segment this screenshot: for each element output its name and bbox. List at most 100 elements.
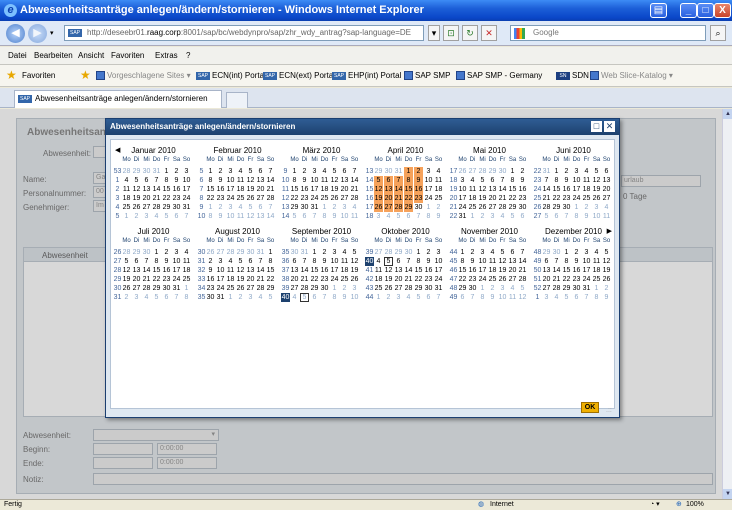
day-cell[interactable]: 7 [152,176,161,185]
day-cell[interactable]: 6 [384,176,393,185]
day-cell[interactable]: 22 [562,275,571,284]
day-cell[interactable]: 11 [182,257,191,266]
fav-sap-smp-germany[interactable]: SAP SMP - Germany [456,71,542,81]
day-cell[interactable]: 4 [350,203,359,212]
day-cell[interactable]: 30 [300,203,309,212]
day-cell[interactable]: 29 [310,284,319,293]
day-cell[interactable]: 3 [216,257,225,266]
day-cell[interactable]: 7 [266,167,275,176]
day-cell[interactable]: 10 [226,212,235,221]
day-cell[interactable]: 23 [572,275,581,284]
day-cell[interactable]: 30 [246,248,255,257]
day-cell[interactable]: 30 [562,203,571,212]
day-cell[interactable]: 20 [384,194,393,203]
day-cell[interactable]: 22 [508,194,517,203]
new-tab-button[interactable] [226,92,248,108]
day-cell[interactable]: 14 [266,176,275,185]
day-cell[interactable]: 5 [290,212,299,221]
day-cell[interactable]: 24 [458,203,467,212]
day-cell[interactable]: 18 [320,185,329,194]
fav-web-slice[interactable]: Web Slice-Katalog ▾ [590,71,673,81]
day-cell[interactable]: 27 [256,194,265,203]
day-cell[interactable]: 16 [300,185,309,194]
day-cell[interactable]: 22 [404,194,413,203]
day-cell[interactable]: 27 [384,203,393,212]
day-cell[interactable]: 15 [290,185,299,194]
day-cell[interactable]: 11 [236,176,245,185]
day-cell[interactable]: 3 [542,293,551,302]
day-cell[interactable]: 5 [414,293,423,302]
address-input[interactable]: SAP http://deseebr01.raag.corp:8001/sap/… [64,25,424,41]
day-cell[interactable]: 27 [508,275,517,284]
menu-extras[interactable]: Extras [155,51,178,60]
day-cell[interactable]: 29 [542,248,551,257]
day-cell[interactable]: 4 [592,248,601,257]
day-cell[interactable]: 13 [132,266,141,275]
day-cell[interactable]: 22 [206,194,215,203]
day-cell[interactable]: 2 [478,212,487,221]
day-cell[interactable]: 12 [236,266,245,275]
day-cell[interactable]: 14 [394,185,403,194]
day-cell[interactable]: 15 [266,266,275,275]
day-cell[interactable]: 21 [404,275,413,284]
day-cell[interactable]: 18 [182,266,191,275]
resize-grip-icon[interactable]: .:: [606,407,616,417]
day-cell[interactable]: 26 [384,284,393,293]
day-cell[interactable]: 20 [256,185,265,194]
day-cell[interactable]: 23 [162,275,171,284]
ok-button[interactable]: OK [581,402,599,413]
fav-ehp-int[interactable]: SAP EHP(int) Portal [332,71,401,80]
day-cell[interactable]: 1 [458,248,467,257]
day-cell[interactable]: 26 [246,194,255,203]
day-cell[interactable]: 2 [216,203,225,212]
day-cell[interactable]: 27 [602,194,611,203]
day-cell[interactable]: 19 [384,275,393,284]
day-cell[interactable]: 13 [602,176,611,185]
day-cell[interactable]: 29 [562,284,571,293]
day-cell[interactable]: 17 [572,185,581,194]
day-cell[interactable]: 3 [424,167,433,176]
day-cell[interactable]: 17 [434,266,443,275]
day-cell[interactable]: 30 [172,203,181,212]
day-cell[interactable]: 11 [488,257,497,266]
day-cell[interactable]: 10 [498,293,507,302]
day-cell[interactable]: 24 [478,275,487,284]
day-cell[interactable]: 9 [172,176,181,185]
day-cell[interactable]: 27 [542,284,551,293]
day-cell[interactable]: 21 [552,275,561,284]
day-cell[interactable]: 29 [552,203,561,212]
day-cell[interactable]: 13 [394,266,403,275]
day-cell[interactable]: 28 [384,248,393,257]
day-cell[interactable]: 5 [542,212,551,221]
day-cell[interactable]: 10 [572,176,581,185]
day-cell[interactable]: 9 [414,176,423,185]
day-cell[interactable]: 8 [182,293,191,302]
day-cell[interactable]: 23 [300,194,309,203]
day-cell[interactable]: 31 [310,203,319,212]
day-cell[interactable]: 28 [394,203,403,212]
day-cell[interactable]: 4 [152,212,161,221]
day-cell[interactable]: 26 [374,203,383,212]
day-cell[interactable]: 29 [394,248,403,257]
day-cell[interactable]: 25 [226,284,235,293]
day-cell[interactable]: 4 [122,176,131,185]
day-cell[interactable]: 28 [350,194,359,203]
day-cell[interactable]: 8 [414,257,423,266]
day-cell[interactable]: 29 [162,203,171,212]
day-cell[interactable]: 20 [340,185,349,194]
day-cell[interactable]: 30 [320,284,329,293]
day-cell[interactable]: 23 [216,194,225,203]
day-cell[interactable]: 6 [552,212,561,221]
day-cell[interactable]: 20 [542,275,551,284]
day-cell[interactable]: 26 [132,203,141,212]
day-cell[interactable]: 22 [162,194,171,203]
day-cell[interactable]: 1 [182,284,191,293]
day-cell[interactable]: 6 [246,257,255,266]
day-cell[interactable]: 12 [602,257,611,266]
day-cell[interactable]: 1 [552,167,561,176]
day-cell[interactable]: 1 [122,212,131,221]
day-cell[interactable]: 12 [246,212,255,221]
day-cell[interactable]: 30 [162,284,171,293]
day-cell[interactable]: 15 [562,266,571,275]
day-cell[interactable]: 17 [310,185,319,194]
